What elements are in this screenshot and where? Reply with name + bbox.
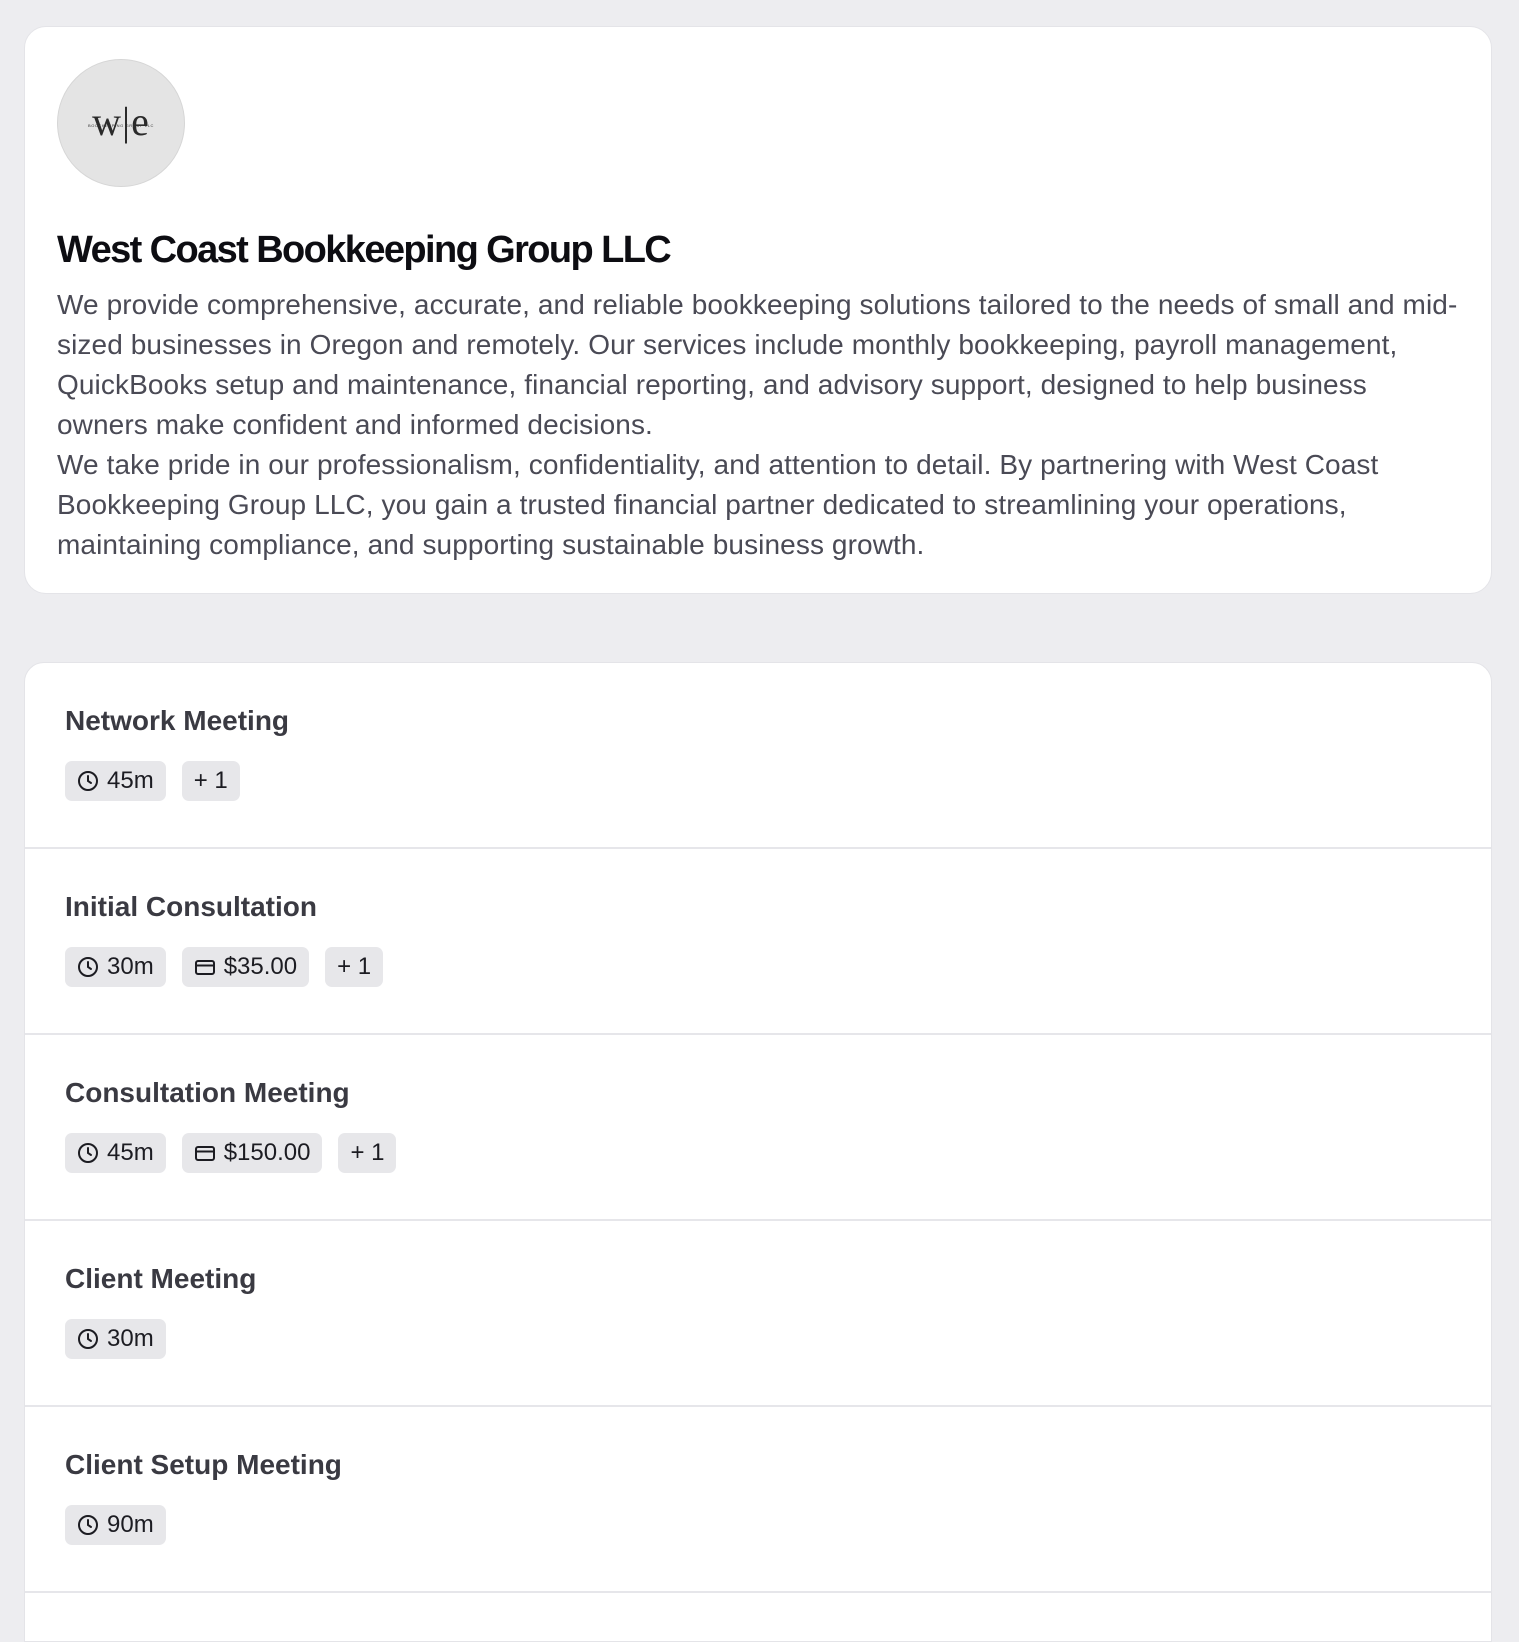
price-label: $150.00 xyxy=(223,1139,311,1166)
description-paragraph-2: We take pride in our professionalism, co… xyxy=(57,449,1379,560)
price-badge: $150.00 xyxy=(181,1133,323,1173)
company-name: West Coast Bookkeeping Group LLC xyxy=(57,229,672,271)
clock-icon xyxy=(77,770,99,792)
event-type-client-setup-meeting[interactable]: Client Setup Meeting 90m xyxy=(25,1407,1491,1593)
profile-card: w|e BOOKKEEPING GROUP LLC West Coast Boo… xyxy=(24,26,1492,594)
duration-label: 90m xyxy=(107,1511,154,1538)
event-type-consultation-meeting[interactable]: Consultation Meeting 45m $150.00 + 1 xyxy=(25,1035,1491,1221)
credit-card-icon xyxy=(194,956,216,978)
clock-icon xyxy=(77,1142,99,1164)
company-description: We provide comprehensive, accurate, and … xyxy=(57,285,1459,565)
event-badges: 30m $35.00 + 1 xyxy=(65,947,1451,987)
logo-subtext: BOOKKEEPING GROUP LLC xyxy=(87,123,155,128)
clock-icon xyxy=(77,1514,99,1536)
duration-label: 45m xyxy=(107,1139,154,1166)
event-title: Initial Consultation xyxy=(65,891,317,922)
clock-icon xyxy=(77,1328,99,1350)
duration-badge: 90m xyxy=(65,1505,166,1545)
duration-label: 45m xyxy=(107,767,154,794)
logo-monogram: w|e xyxy=(92,99,150,144)
duration-badge: 45m xyxy=(65,1133,166,1173)
event-badges: 90m xyxy=(65,1505,1451,1545)
credit-card-icon xyxy=(194,1142,216,1164)
more-label: + 1 xyxy=(337,953,372,980)
more-label: + 1 xyxy=(193,767,228,794)
event-badges: 45m $150.00 + 1 xyxy=(65,1133,1451,1173)
price-label: $35.00 xyxy=(223,953,298,980)
price-badge: $35.00 xyxy=(181,947,310,987)
duration-badge: 30m xyxy=(65,1319,166,1359)
event-title: Consultation Meeting xyxy=(65,1077,350,1108)
more-badge: + 1 xyxy=(338,1133,397,1173)
event-types-list: Network Meeting 45m + 1 Initial Consulta… xyxy=(24,662,1492,1642)
event-type-initial-consultation[interactable]: Initial Consultation 30m $35.00 + 1 xyxy=(25,849,1491,1035)
more-label: + 1 xyxy=(350,1139,385,1166)
event-title: Client Meeting xyxy=(65,1263,257,1294)
description-paragraph-1: We provide comprehensive, accurate, and … xyxy=(57,289,1458,440)
more-badge: + 1 xyxy=(181,761,240,801)
event-badges: 45m + 1 xyxy=(65,761,1451,801)
event-type-client-meeting[interactable]: Client Meeting 30m xyxy=(25,1221,1491,1407)
event-badges: 30m xyxy=(65,1319,1451,1359)
duration-label: 30m xyxy=(107,1325,154,1352)
duration-badge: 45m xyxy=(65,761,166,801)
duration-badge: 30m xyxy=(65,947,166,987)
event-title: Network Meeting xyxy=(65,705,290,736)
more-badge: + 1 xyxy=(325,947,384,987)
event-type-network-meeting[interactable]: Network Meeting 45m + 1 xyxy=(25,663,1491,849)
duration-label: 30m xyxy=(107,953,154,980)
event-title: Client Setup Meeting xyxy=(65,1449,342,1480)
company-logo-avatar: w|e BOOKKEEPING GROUP LLC xyxy=(57,59,185,187)
clock-icon xyxy=(77,956,99,978)
